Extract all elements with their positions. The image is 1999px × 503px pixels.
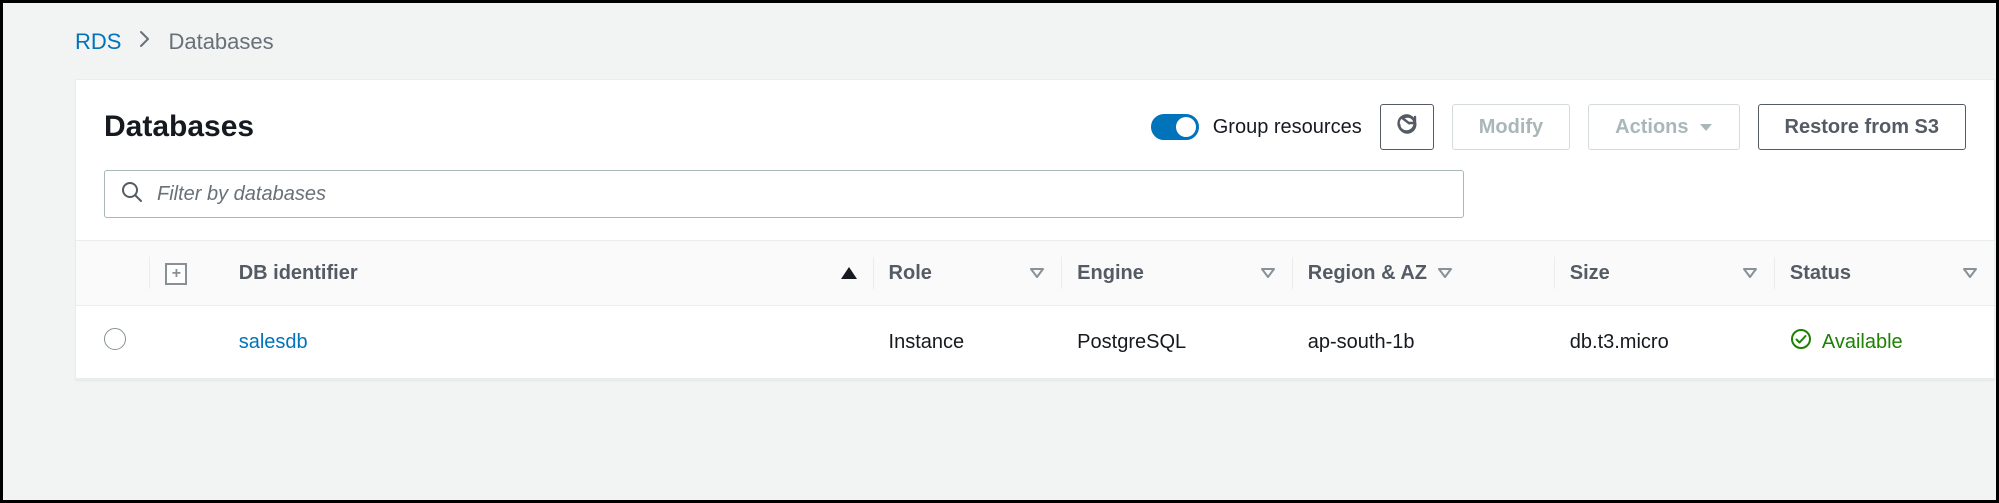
databases-table: + DB identifier Role bbox=[76, 240, 1994, 379]
sort-icon bbox=[1029, 262, 1045, 285]
table-row: salesdb Instance PostgreSQL ap-south-1b … bbox=[76, 306, 1994, 379]
column-header-role[interactable]: Role bbox=[873, 241, 1062, 306]
row-identifier-cell: salesdb bbox=[223, 306, 873, 379]
panel-header: Databases Group resources Modify bbox=[76, 80, 1994, 170]
column-label: Engine bbox=[1077, 262, 1144, 285]
group-resources-label: Group resources bbox=[1213, 116, 1362, 139]
toggle-knob bbox=[1176, 117, 1196, 137]
db-identifier-link[interactable]: salesdb bbox=[239, 331, 308, 353]
modify-button[interactable]: Modify bbox=[1452, 104, 1570, 150]
sort-icon bbox=[1260, 262, 1276, 285]
check-circle-icon bbox=[1790, 328, 1812, 356]
row-engine-cell: PostgreSQL bbox=[1061, 306, 1292, 379]
search-input[interactable] bbox=[157, 183, 1447, 206]
restore-from-s3-button[interactable]: Restore from S3 bbox=[1758, 104, 1967, 150]
breadcrumb-current: Databases bbox=[168, 29, 273, 55]
row-status-cell: Available bbox=[1774, 306, 1994, 379]
caret-down-icon bbox=[1699, 116, 1713, 139]
row-select-radio[interactable] bbox=[104, 328, 126, 350]
column-header-select bbox=[76, 241, 149, 306]
row-region-az-cell: ap-south-1b bbox=[1292, 306, 1554, 379]
column-header-size[interactable]: Size bbox=[1554, 241, 1774, 306]
group-resources-toggle[interactable] bbox=[1151, 114, 1199, 140]
row-select-cell bbox=[76, 306, 149, 379]
row-role-cell: Instance bbox=[873, 306, 1062, 379]
sort-icon bbox=[1742, 262, 1758, 285]
column-label: DB identifier bbox=[239, 262, 358, 285]
refresh-button[interactable] bbox=[1380, 104, 1434, 150]
row-expand-cell bbox=[149, 306, 222, 379]
column-header-region-az[interactable]: Region & AZ bbox=[1292, 241, 1554, 306]
group-resources-toggle-wrap: Group resources bbox=[1151, 114, 1362, 140]
status-badge: Available bbox=[1790, 328, 1978, 356]
search-icon bbox=[121, 181, 143, 208]
sort-icon bbox=[1962, 262, 1978, 285]
refresh-icon bbox=[1395, 112, 1419, 142]
column-label: Size bbox=[1570, 262, 1610, 285]
search-row bbox=[76, 170, 1994, 240]
search-box[interactable] bbox=[104, 170, 1464, 218]
chevron-right-icon bbox=[139, 30, 150, 54]
page-title: Databases bbox=[104, 110, 254, 144]
column-label: Status bbox=[1790, 262, 1851, 285]
breadcrumb: RDS Databases bbox=[3, 3, 1996, 79]
breadcrumb-root-link[interactable]: RDS bbox=[75, 29, 121, 55]
table-header-row: + DB identifier Role bbox=[76, 241, 1994, 306]
row-size-cell: db.t3.micro bbox=[1554, 306, 1774, 379]
status-text: Available bbox=[1822, 331, 1903, 354]
actions-button[interactable]: Actions bbox=[1588, 104, 1739, 150]
sort-icon bbox=[1437, 262, 1453, 285]
viewport: RDS Databases Databases Group resources bbox=[0, 0, 1999, 503]
column-header-db-identifier[interactable]: DB identifier bbox=[223, 241, 873, 306]
column-header-status[interactable]: Status bbox=[1774, 241, 1994, 306]
actions-label: Actions bbox=[1615, 116, 1688, 139]
column-header-engine[interactable]: Engine bbox=[1061, 241, 1292, 306]
column-label: Role bbox=[889, 262, 932, 285]
databases-panel: Databases Group resources Modify bbox=[75, 79, 1995, 380]
expand-all-icon: + bbox=[165, 263, 187, 285]
column-label: Region & AZ bbox=[1308, 262, 1427, 285]
sort-asc-icon bbox=[841, 267, 857, 279]
column-header-expand[interactable]: + bbox=[149, 241, 222, 306]
